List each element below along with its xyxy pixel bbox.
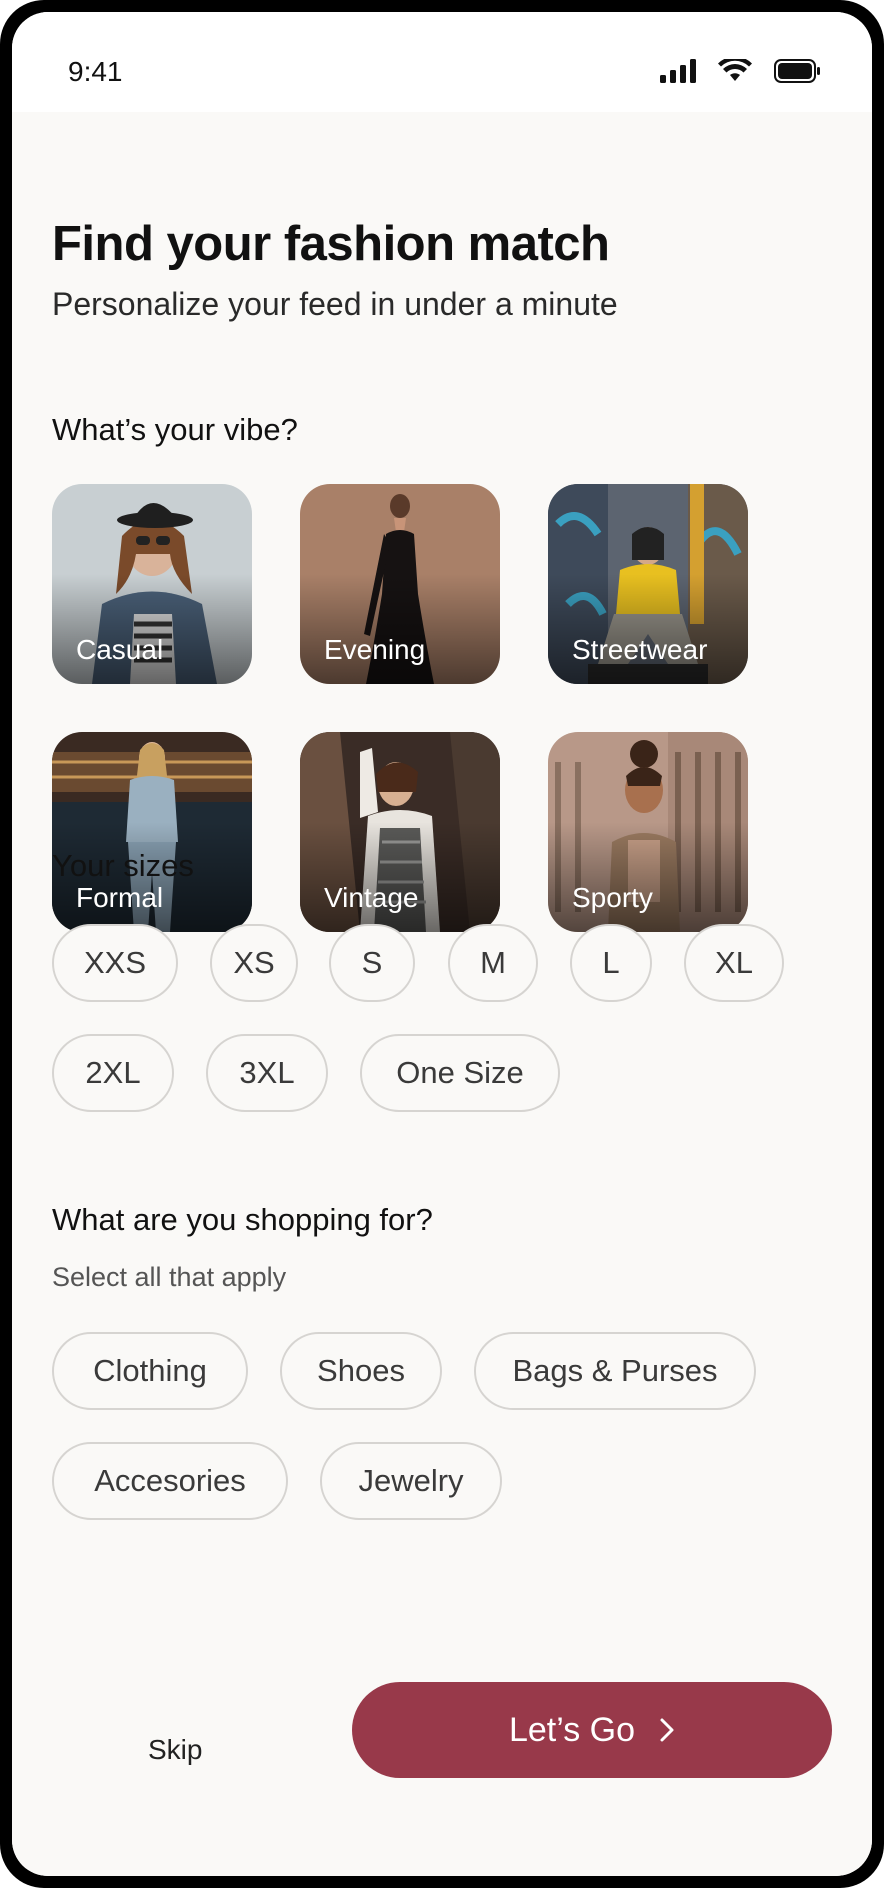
vibe-label-sporty: Sporty [572, 882, 653, 913]
size-chip-2xl[interactable]: 2XL [52, 1034, 174, 1112]
shopping-helper-text: Select all that apply [52, 1262, 287, 1292]
signal-icon [660, 59, 696, 83]
page-title: Find your fashion match [52, 217, 610, 271]
shopping-section-label: What are you shopping for? [52, 1202, 433, 1237]
size-chip-one-size[interactable]: One Size [360, 1034, 560, 1112]
vibe-card-streetwear[interactable]: Streetwear [548, 484, 748, 684]
vibe-card-casual[interactable]: Casual [52, 484, 252, 684]
sporty-shade [548, 822, 748, 932]
vibe-label-formal: Formal [76, 882, 164, 913]
status-time: 9:41 [68, 56, 123, 87]
battery-icon [774, 59, 820, 83]
size-chip-xl[interactable]: XL [684, 924, 784, 1002]
screen: 9:41 Find your fashion match Personalize… [12, 12, 872, 1876]
vibe-card-evening[interactable]: Evening [300, 484, 500, 684]
size-chip-m[interactable]: M [448, 924, 538, 1002]
scroll-content[interactable]: Find your fashion match Personalize your… [12, 112, 872, 1682]
status-bar: 9:41 [12, 12, 872, 112]
vibe-label-casual: Casual [76, 634, 164, 665]
footer-actions: Skip Let’s Go [12, 1682, 872, 1876]
category-chip-clothing[interactable]: Clothing [52, 1332, 248, 1410]
casual-shade [52, 574, 252, 684]
lets-go-label: Let’s Go [508, 1710, 635, 1749]
size-chip-xs[interactable]: XS [210, 924, 298, 1002]
category-chip-jewelry[interactable]: Jewelry [320, 1442, 502, 1520]
page-subtitle: Personalize your feed in under a minute [52, 286, 618, 322]
skip-button[interactable]: Skip [148, 1734, 202, 1766]
chevron-right-icon [660, 1718, 674, 1742]
streetwear-shade [548, 574, 748, 684]
vibe-card-vintage[interactable]: Vintage [300, 732, 500, 932]
vibe-card-sporty[interactable]: Sporty [548, 732, 748, 932]
vibe-label-vintage: Vintage [324, 882, 419, 913]
size-chip-3xl[interactable]: 3XL [206, 1034, 328, 1112]
vibe-label-streetwear: Streetwear [572, 634, 708, 665]
size-chip-xxs[interactable]: XXS [52, 924, 178, 1002]
wifi-icon [718, 59, 752, 81]
vibe-label-evening: Evening [324, 634, 426, 665]
lets-go-button[interactable]: Let’s Go [352, 1682, 832, 1778]
evening-shade [300, 574, 500, 684]
device-frame: 9:41 Find your fashion match Personalize… [0, 0, 884, 1888]
category-chip-accessories[interactable]: Accesories [52, 1442, 288, 1520]
sizes-section-label: Your sizes [52, 848, 194, 883]
category-chip-shoes[interactable]: Shoes [280, 1332, 442, 1410]
vibe-section-label: What’s your vibe? [52, 412, 298, 447]
vintage-shade [300, 822, 500, 932]
size-chip-l[interactable]: L [570, 924, 652, 1002]
size-chip-s[interactable]: S [329, 924, 415, 1002]
category-chip-bags-purses[interactable]: Bags & Purses [474, 1332, 756, 1410]
status-icons [660, 56, 820, 86]
vibe-card-formal[interactable]: Formal [52, 732, 252, 932]
